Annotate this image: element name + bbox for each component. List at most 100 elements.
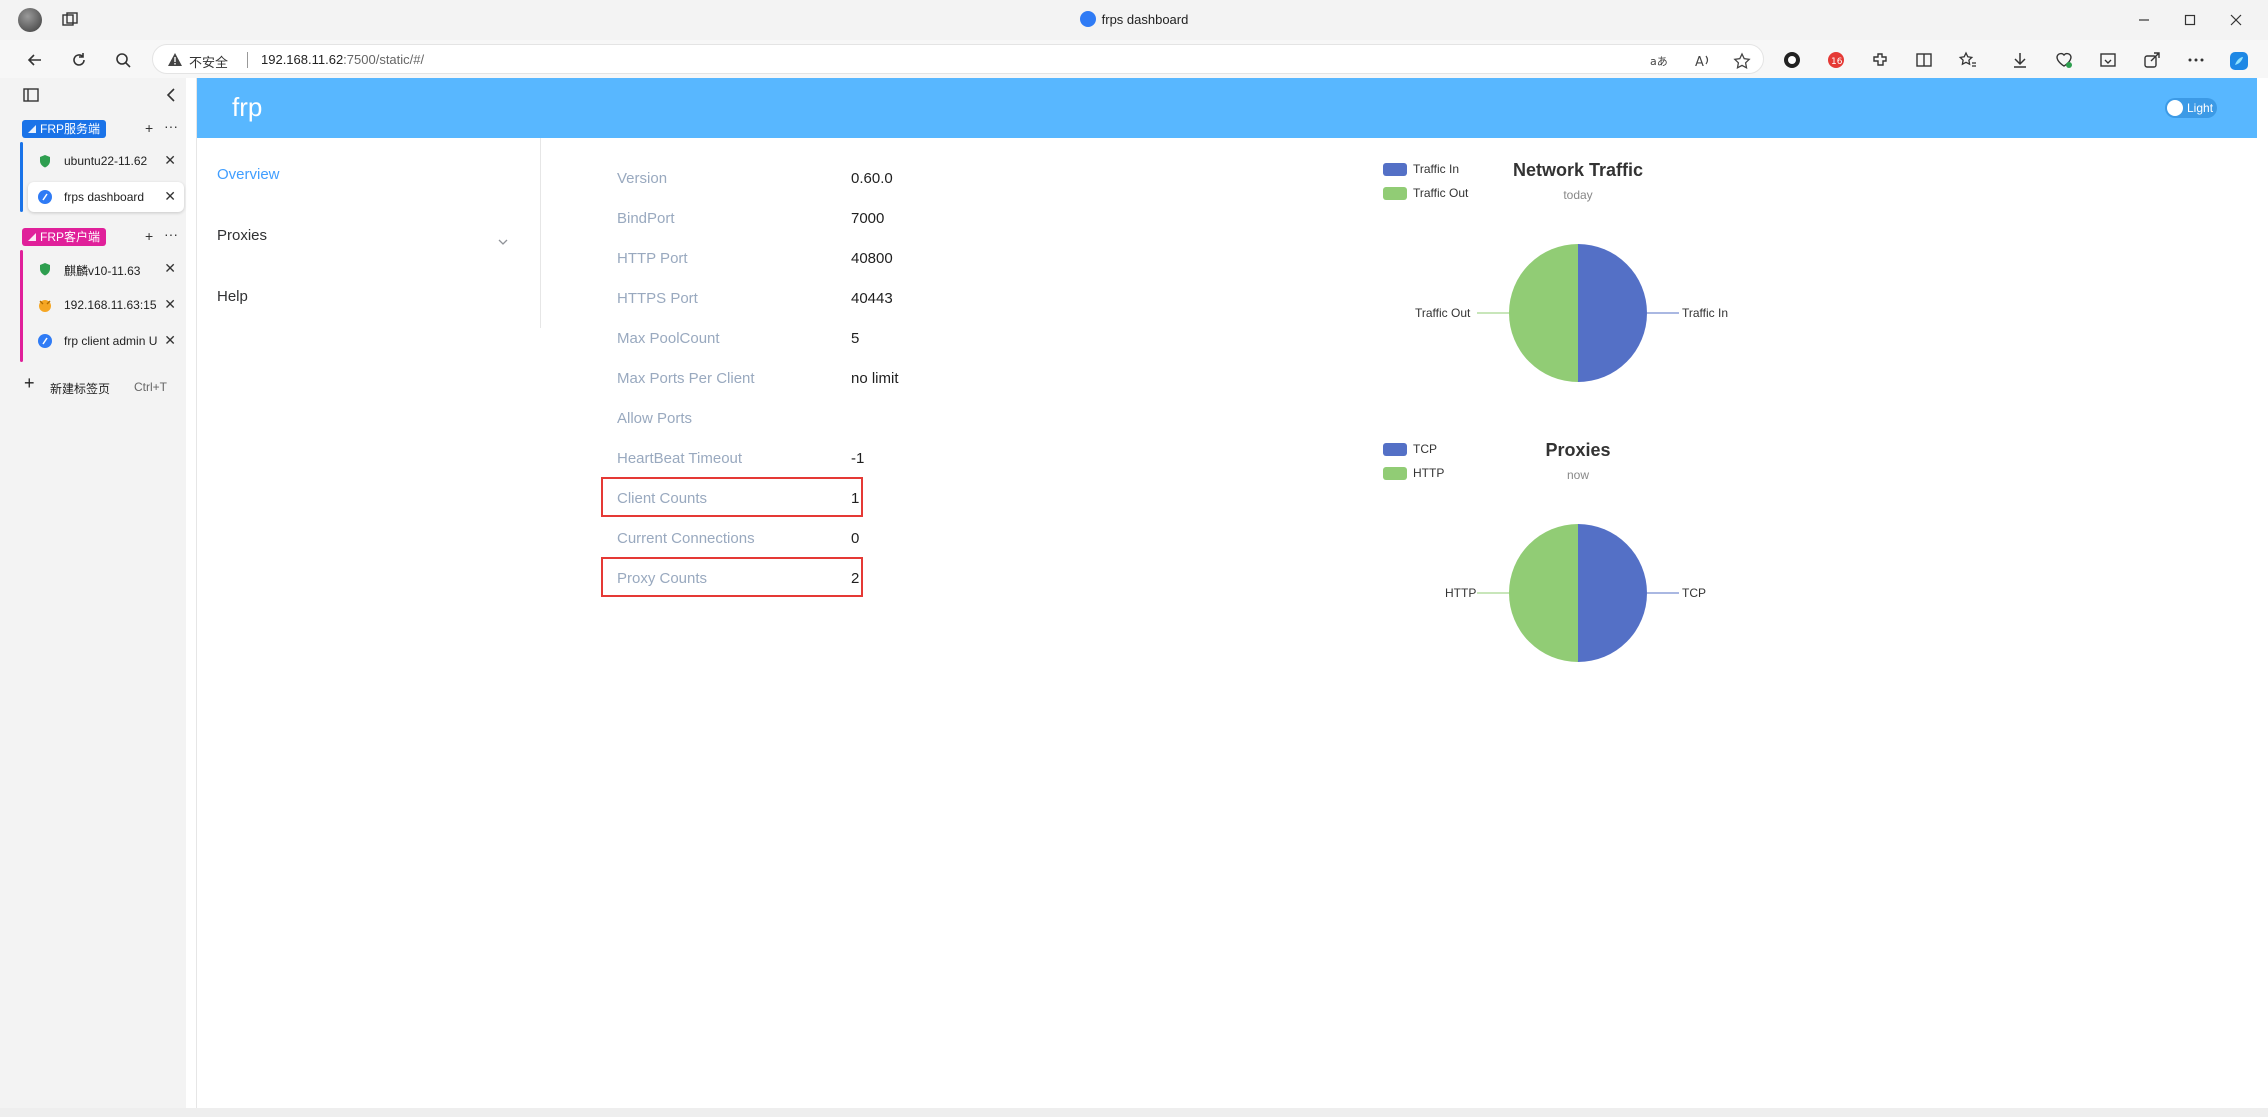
performance-icon[interactable]: [2054, 50, 2074, 70]
chart-title: Network Traffic: [1512, 160, 1644, 180]
info-value: 0.60.0: [851, 170, 893, 187]
window-title-text: frps dashboard: [1101, 12, 1189, 27]
split-screen-icon[interactable]: [1914, 50, 1934, 70]
theme-toggle[interactable]: Light: [2165, 98, 2217, 118]
back-button[interactable]: [22, 47, 48, 73]
maximize-button[interactable]: [2168, 6, 2214, 34]
legend-label-tcp[interactable]: TCP: [1413, 442, 1437, 456]
pie-slice-tcp[interactable]: [1578, 524, 1647, 662]
tab-group-line: [20, 142, 23, 212]
window-titlebar: frps dashboard: [0, 0, 2268, 40]
group-add-tab-icon[interactable]: +: [145, 120, 153, 136]
extensions-icon[interactable]: [1870, 50, 1890, 70]
tab-item[interactable]: frp client admin U ✕: [28, 326, 184, 356]
close-window-button[interactable]: [2214, 6, 2260, 34]
close-tab-icon[interactable]: ✕: [164, 332, 176, 349]
tab-group-frp-server[interactable]: FRP服务端: [22, 120, 107, 138]
shield-icon: [40, 263, 50, 276]
security-label[interactable]: 不安全: [189, 52, 228, 71]
info-row-heartbeat-timeout: HeartBeat Timeout -1: [605, 438, 905, 478]
extension-record-icon[interactable]: [1782, 50, 1802, 70]
screenshot-icon[interactable]: [2098, 50, 2118, 70]
info-key: Version: [617, 170, 668, 187]
taskbar-edge: [0, 1108, 2268, 1117]
svg-text:A: A: [1695, 55, 1704, 70]
slice-label-traffic-out: Traffic Out: [1415, 306, 1471, 320]
tab-title: frp client admin U: [64, 334, 158, 348]
vertical-tabs-panel: FRP服务端 + ··· ubuntu22-11.62 ✕ frps dashb…: [0, 78, 186, 1117]
group-add-tab-icon[interactable]: +: [145, 228, 153, 244]
new-tab-button[interactable]: + 新建标签页 Ctrl+T: [22, 373, 182, 400]
close-tab-icon[interactable]: ✕: [164, 260, 176, 277]
plus-icon: +: [24, 373, 35, 393]
info-key: Max PoolCount: [617, 330, 720, 347]
chevron-down-icon[interactable]: [497, 236, 509, 248]
copilot-icon[interactable]: [2228, 50, 2248, 70]
warning-icon[interactable]: [167, 52, 183, 68]
menu-item-overview[interactable]: Overview: [217, 166, 280, 183]
info-key: HTTP Port: [617, 250, 688, 267]
menu-item-proxies[interactable]: Proxies: [217, 227, 267, 244]
share-icon[interactable]: [2142, 50, 2162, 70]
url-text[interactable]: 192.168.11.62:7500/static/#/: [261, 52, 424, 67]
chart-subtitle: today: [1563, 188, 1593, 202]
info-value: no limit: [851, 370, 899, 387]
close-tab-icon[interactable]: ✕: [164, 188, 176, 205]
close-tab-icon[interactable]: ✕: [164, 296, 176, 313]
legend-swatch-traffic-out[interactable]: [1383, 187, 1407, 200]
cat-favicon-icon: [39, 300, 51, 312]
info-value: 5: [851, 330, 860, 347]
frp-favicon-icon: [1079, 11, 1096, 27]
info-row-bindport: BindPort 7000: [605, 198, 905, 238]
app-header: frp Light: [197, 78, 2257, 138]
chart-title: Proxies: [1545, 440, 1611, 460]
legend-swatch-tcp[interactable]: [1383, 443, 1407, 456]
tab-group-frp-client[interactable]: FRP客户端: [22, 228, 107, 246]
navigation-toolbar: 不安全 192.168.11.62:7500/static/#/ aあ A 16: [0, 40, 2268, 78]
shield-icon: [40, 155, 50, 168]
group-more-icon[interactable]: ···: [164, 118, 178, 134]
info-key: Allow Ports: [617, 410, 693, 427]
group-more-icon[interactable]: ···: [164, 226, 178, 242]
refresh-button[interactable]: [66, 47, 92, 73]
info-row-max-ports-per-client: Max Ports Per Client no limit: [605, 358, 905, 398]
tab-title: 麒麟v10-11.63: [64, 264, 141, 278]
favorites-icon[interactable]: [1958, 50, 1978, 70]
close-tab-icon[interactable]: ✕: [164, 152, 176, 169]
new-tab-label: 新建标签页: [50, 382, 111, 396]
translate-icon[interactable]: aあ: [1649, 52, 1667, 70]
tab-group-label: FRP服务端: [40, 122, 101, 136]
menu-item-help[interactable]: Help: [217, 288, 248, 305]
highlight-box-client-counts: [601, 477, 863, 517]
more-menu-icon[interactable]: [2186, 50, 2206, 70]
info-key: BindPort: [617, 210, 675, 227]
pie-slice-http[interactable]: [1509, 524, 1578, 662]
info-value: 40443: [851, 290, 893, 307]
tab-item[interactable]: 麒麟v10-11.63 ✕: [28, 254, 184, 284]
legend-swatch-traffic-in[interactable]: [1383, 163, 1407, 176]
legend-label-http[interactable]: HTTP: [1413, 466, 1444, 480]
address-bar[interactable]: 不安全 192.168.11.62:7500/static/#/ aあ A: [152, 44, 1764, 74]
legend-swatch-http[interactable]: [1383, 467, 1407, 480]
tab-item[interactable]: ubuntu22-11.62 ✕: [28, 146, 184, 176]
svg-text:aあ: aあ: [1650, 55, 1667, 68]
tab-actions-icon[interactable]: [22, 86, 40, 104]
read-aloud-icon[interactable]: A: [1693, 52, 1711, 70]
pie-slice-traffic-out[interactable]: [1509, 244, 1578, 382]
frp-favicon-icon: [38, 190, 52, 204]
frp-favicon-icon: [38, 334, 52, 348]
info-row-current-connections: Current Connections 0: [605, 518, 905, 558]
info-value: 40800: [851, 250, 893, 267]
brand-logo[interactable]: frp: [232, 92, 262, 123]
search-button[interactable]: [110, 47, 136, 73]
minimize-button[interactable]: [2122, 6, 2168, 34]
downloads-icon[interactable]: [2010, 50, 2030, 70]
tab-item[interactable]: 192.168.11.63:15 ✕: [28, 290, 184, 320]
pie-slice-traffic-in[interactable]: [1578, 244, 1647, 382]
collapse-sidebar-icon[interactable]: [162, 86, 180, 104]
extension-red-icon[interactable]: 16: [1826, 50, 1846, 70]
tab-item-active[interactable]: frps dashboard ✕: [28, 182, 184, 212]
toggle-knob: [2167, 100, 2183, 116]
legend-label-traffic-in[interactable]: Traffic In: [1413, 162, 1459, 176]
favorite-star-icon[interactable]: [1733, 52, 1751, 70]
